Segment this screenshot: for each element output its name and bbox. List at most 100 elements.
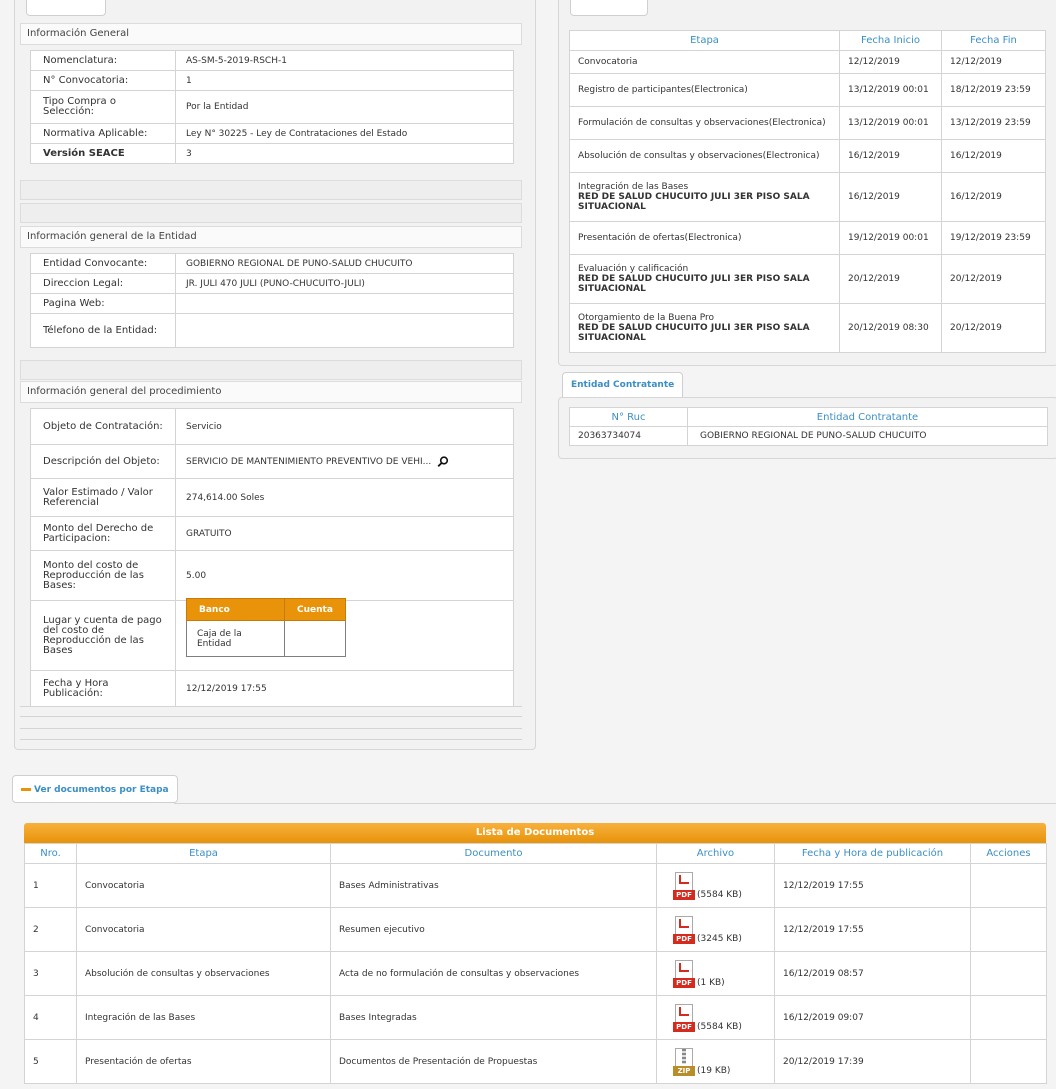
nro-cell: 4 [24,995,77,1040]
etapa-cell: Presentación de ofertas [76,1039,331,1084]
acciones-cell [970,863,1047,908]
etapa-lugar: RED DE SALUD CHUCUITO JULI 3ER PISO SALA… [578,192,810,212]
fecha-inicio: 16/12/2019 [839,172,942,222]
acciones-cell [970,907,1047,952]
pdf-file-icon[interactable]: PDF [673,871,697,900]
pdf-file-icon[interactable]: PDF [673,915,697,944]
kv-value: 1 [175,70,514,91]
documento-cell: Bases Integradas [330,995,657,1040]
bank-col-cuenta: Cuenta [284,598,346,621]
etapa-cell: Integración de las Bases RED DE SALUD CHU… [569,172,840,222]
fecha-cell: 16/12/2019 08:57 [774,951,971,996]
divider [20,706,522,707]
etapa-name: Integración de las Bases [578,182,689,192]
documentos-title-text: Lista de Documentos [475,827,595,838]
entidad-contratante-table: N° Ruc Entidad Contratante 20363734074 G… [569,407,1048,446]
acciones-cell [970,1039,1047,1084]
kv-value [175,313,514,348]
etapa-cell: Absolución de consultas y observaciones(… [569,139,840,173]
divider [20,739,522,740]
nro-cell: 1 [24,863,77,908]
fecha-inicio: 12/12/2019 [839,50,942,74]
fecha-fin: 13/12/2019 23:59 [941,106,1046,140]
minus-icon [21,788,31,791]
file-size: (3245 KB) [697,933,742,944]
col-nro: Nro. [24,843,77,864]
etapa-name: Registro de participantes(Electronica) [578,85,748,95]
spacer-bar [20,180,522,200]
info-general-table: Nomenclatura: AS-SM-5-2019-RSCH-1 N° Conv… [30,50,514,164]
tab-ver-documentos[interactable]: Ver documentos por Etapa [12,775,178,803]
procedimiento-header: Información general del procedimiento [20,381,522,403]
etapa-name: Absolución de consultas y observaciones(… [578,151,820,161]
etapa-cell: Formulación de consultas y observaciones… [569,106,840,140]
fecha-inicio: 20/12/2019 [839,254,942,304]
etapa-cell: Evaluación y calificación RED DE SALUD CH… [569,254,840,304]
entidad-table: Entidad Convocante: GOBIERNO REGIONAL DE … [30,253,514,348]
col-entidad: Entidad Contratante [687,407,1048,427]
col-archivo: Archivo [656,843,775,864]
fecha-cell: 12/12/2019 17:55 [774,907,971,952]
etapa-name: Convocatoria [578,57,638,67]
entidad-cell: GOBIERNO REGIONAL DE PUNO-SALUD CHUCUITO [687,426,1048,446]
etapa-name: Evaluación y calificación [578,264,689,274]
procedimiento-title: Información general del procedimiento [27,386,222,397]
etapa-cell: Convocatoria [76,863,331,908]
procedimiento-table: Objeto de Contratación: Servicio Descripc… [30,408,514,707]
pdf-file-icon[interactable]: PDF [673,959,697,988]
kv-key: Valor Estimado / Valor Referencial [30,478,176,517]
archivo-cell: PDF (5584 KB) [656,863,775,908]
etapa-cell: Convocatoria [76,907,331,952]
etapa-cell: Presentación de ofertas(Electronica) [569,221,840,255]
search-icon[interactable] [437,456,449,467]
divider [20,728,522,729]
kv-key: Télefono de la Entidad: [30,313,176,348]
etapa-name: Presentación de ofertas(Electronica) [578,233,742,243]
fecha-fin: 16/12/2019 [941,139,1046,173]
kv-value: 3 [175,143,514,164]
kv-value: AS-SM-5-2019-RSCH-1 [175,50,514,71]
fecha-fin: 16/12/2019 [941,172,1046,222]
kv-value: 12/12/2019 17:55 [175,670,514,707]
kv-key: Lugar y cuenta de pago del costo de Repr… [30,600,176,671]
kv-key: Descripción del Objeto: [30,444,176,479]
table-row: 2 Convocatoria Resumen ejecutivo PDF (324… [24,907,1047,952]
tab-entidad-contratante[interactable]: Entidad Contratante [562,372,684,398]
bank-cuenta-value [284,620,346,657]
kv-value: SERVICIO DE MANTENIMIENTO PREVENTIVO DE … [186,457,432,467]
tab-entidad-contratante-label: Entidad Contratante [571,380,675,390]
bank-banco-value: Caja de la Entidad [186,620,285,657]
documento-cell: Resumen ejecutivo [330,907,657,952]
fecha-fin: 19/12/2019 23:59 [941,221,1046,255]
table-row: Evaluación y calificación RED DE SALUD CH… [569,254,1046,304]
descripcion-value-cell: SERVICIO DE MANTENIMIENTO PREVENTIVO DE … [175,444,514,479]
kv-key: Entidad Convocante: [30,253,176,274]
pdf-file-icon[interactable]: PDF [673,1003,697,1032]
info-general-title: Información General [27,28,130,39]
table-row: Integración de las Bases RED DE SALUD CHU… [569,172,1046,222]
table-row: Presentación de ofertas(Electronica) 19/… [569,221,1046,255]
left-panel-tab-stub[interactable] [26,0,106,16]
documento-cell: Documentos de Presentación de Propuestas [330,1039,657,1084]
kv-key: Objeto de Contratación: [30,408,176,445]
kv-value: JR. JULI 470 JULI (PUNO-CHUCUITO-JULI) [175,273,514,294]
ruc-cell: 20363734074 [569,426,688,446]
kv-value: GOBIERNO REGIONAL DE PUNO-SALUD CHUCUITO [175,253,514,274]
etapa-lugar: RED DE SALUD CHUCUITO JULI 3ER PISO SALA… [578,323,810,343]
divider [174,803,1056,804]
etapa-cell: Absolución de consultas y observaciones [76,951,331,996]
kv-key: Fecha y Hora Publicación: [30,670,176,707]
kv-value: Servicio [175,408,514,445]
cronograma-tab-stub[interactable] [570,0,648,16]
documentos-table-title: Lista de Documentos [24,823,1046,843]
table-row: 20363734074 GOBIERNO REGIONAL DE PUNO-SA… [569,426,1048,446]
kv-key: Tipo Compra o Selección: [30,90,176,124]
zip-file-icon[interactable]: ZIP [673,1047,697,1076]
table-row: Formulación de consultas y observaciones… [569,106,1046,140]
fecha-fin: 18/12/2019 23:59 [941,73,1046,107]
col-etapa: Etapa [76,843,331,864]
file-size: (1 KB) [697,977,725,988]
col-acciones: Acciones [970,843,1047,864]
cronograma-col-fin: Fecha Fin [941,30,1046,51]
divider [20,716,522,717]
